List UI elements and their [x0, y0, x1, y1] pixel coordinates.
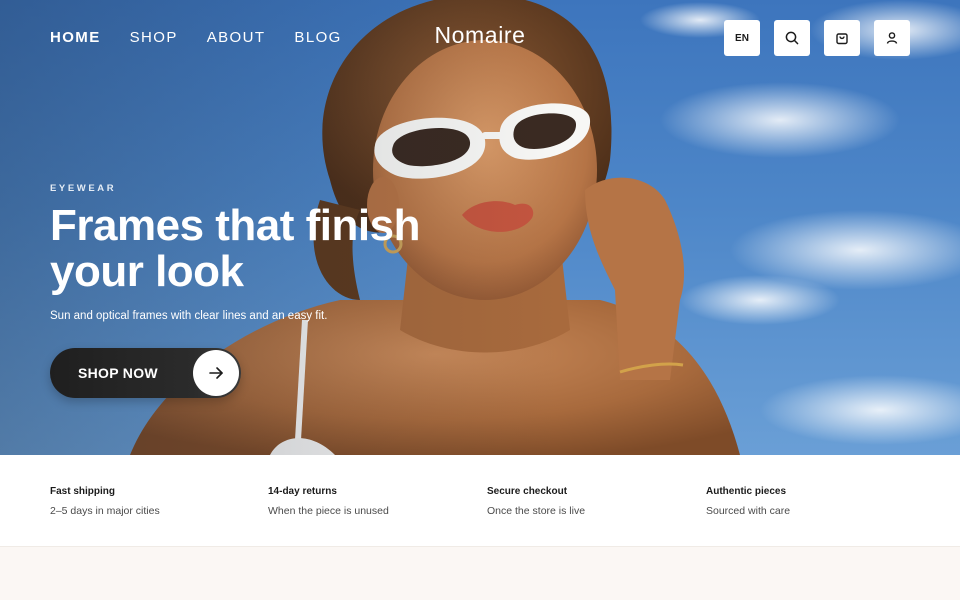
hero-subtitle: Sun and optical frames with clear lines …	[50, 310, 328, 322]
shopping-bag-icon	[836, 33, 848, 45]
feature-text: Once the store is live	[487, 505, 586, 517]
shop-now-button[interactable]: SHOP NOW	[50, 348, 241, 398]
page: HOME SHOP ABOUT BLOG Nomaire EN EYEWEAR …	[0, 0, 960, 600]
feature-item: Authentic pieces Sourced with care	[706, 485, 906, 518]
feature-item: Fast shipping 2–5 days in major cities	[50, 485, 250, 518]
nav-link-home[interactable]: HOME	[50, 29, 101, 47]
lower-section	[0, 548, 960, 600]
feature-item: 14-day returns When the piece is unused	[268, 485, 468, 518]
feature-title: Fast shipping	[50, 486, 115, 497]
header-actions: EN	[724, 20, 910, 56]
language-button[interactable]: EN	[724, 20, 760, 56]
nav-link-blog[interactable]: BLOG	[294, 29, 341, 47]
nav-link-shop[interactable]: SHOP	[130, 29, 178, 47]
features-strip: Fast shipping 2–5 days in major cities 1…	[0, 455, 960, 547]
search-icon	[785, 31, 799, 45]
cart-button[interactable]	[824, 20, 860, 56]
search-button[interactable]	[774, 20, 810, 56]
feature-text: 2–5 days in major cities	[50, 505, 160, 517]
arrow-right-icon	[209, 367, 223, 379]
feature-title: Authentic pieces	[706, 486, 787, 497]
feature-text: Sourced with care	[706, 505, 791, 517]
feature-title: 14-day returns	[268, 486, 337, 497]
hero-eyebrow: EYEWEAR	[50, 183, 117, 194]
hero-banner: HOME SHOP ABOUT BLOG Nomaire EN EYEWEAR …	[0, 0, 960, 455]
feature-title: Secure checkout	[487, 486, 568, 497]
hero-title-line-2: your look	[50, 247, 244, 296]
feature-text: When the piece is unused	[268, 505, 389, 517]
nav-link-about[interactable]: ABOUT	[207, 29, 266, 47]
shop-now-label: SHOP NOW	[78, 365, 158, 381]
feature-item: Secure checkout Once the store is live	[487, 485, 687, 518]
user-icon	[886, 32, 898, 44]
hero-title-line-1: Frames that finish	[50, 201, 420, 250]
account-button[interactable]	[874, 20, 910, 56]
hero-title: Frames that finish your look	[50, 203, 430, 295]
cta-arrow-circle	[193, 350, 239, 396]
main-nav: HOME SHOP ABOUT BLOG	[50, 29, 342, 47]
